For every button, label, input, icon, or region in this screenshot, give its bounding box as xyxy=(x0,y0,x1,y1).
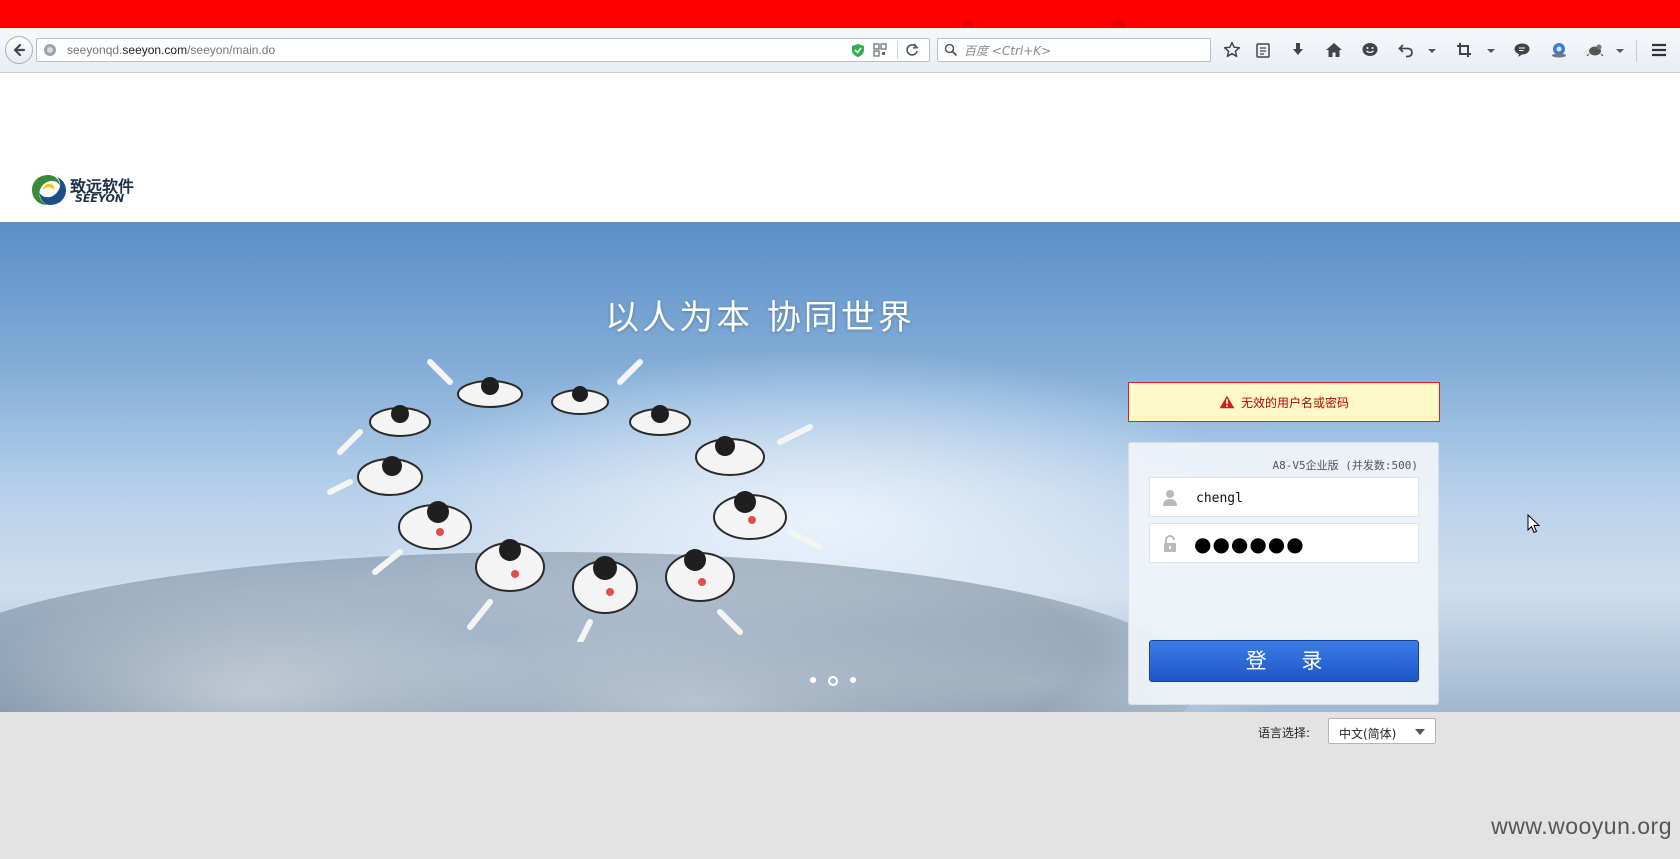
smiley-chat-icon xyxy=(1362,43,1378,56)
back-arrow-icon xyxy=(13,43,26,57)
speech-bubble-icon xyxy=(1514,43,1530,57)
undo-arrow-icon xyxy=(1398,44,1413,58)
toolbar-divider xyxy=(1636,40,1637,62)
reading-list-button[interactable] xyxy=(1253,40,1273,60)
user-icon xyxy=(1163,490,1177,506)
menu-button[interactable] xyxy=(1649,40,1669,60)
feedback-button[interactable] xyxy=(1512,40,1532,60)
seeyon-logo: 致远软件 SEEYON xyxy=(30,173,140,207)
clipboard-icon xyxy=(1256,43,1270,58)
error-message-box: 无效的用户名或密码 xyxy=(1128,382,1440,422)
star-icon xyxy=(1223,41,1241,58)
extension-button-1[interactable] xyxy=(1549,40,1569,60)
page-header: 致远软件 SEEYON xyxy=(0,73,1680,222)
undo-button[interactable] xyxy=(1396,40,1416,60)
globe-icon[interactable] xyxy=(43,43,57,57)
urlbar-separator xyxy=(897,41,898,59)
tab-edge xyxy=(962,20,974,28)
login-panel: A8-V5企业版 (并发数:500) ●●●●●● 登 录 xyxy=(1128,442,1439,705)
language-selected-value: 中文(简体) xyxy=(1339,727,1397,741)
home-button[interactable] xyxy=(1324,40,1344,60)
carousel-dot-3[interactable] xyxy=(850,677,856,683)
error-message-text: 无效的用户名或密码 xyxy=(1240,395,1349,410)
carousel-dot-1[interactable] xyxy=(810,677,816,683)
shield-icon[interactable] xyxy=(851,43,865,58)
url-text[interactable]: seeyonqd.seeyon.com/seeyon/main.do xyxy=(67,43,275,57)
chat-button[interactable] xyxy=(1360,40,1380,60)
language-label: 语言选择: xyxy=(1258,726,1311,740)
address-bar[interactable]: seeyonqd.seeyon.com/seeyon/main.do xyxy=(36,38,930,62)
navigation-toolbar: seeyonqd.seeyon.com/seeyon/main.do xyxy=(0,28,1680,73)
tab-edge xyxy=(1112,20,1126,28)
tab-strip xyxy=(0,0,1680,28)
extension-dropdown-arrow[interactable] xyxy=(1616,49,1624,53)
username-field[interactable] xyxy=(1149,477,1419,517)
chevron-down-icon xyxy=(1415,729,1425,735)
crop-icon xyxy=(1457,43,1471,57)
home-icon xyxy=(1326,43,1342,57)
hamburger-menu-icon xyxy=(1652,43,1666,57)
crop-dropdown-arrow[interactable] xyxy=(1487,49,1495,53)
lock-icon xyxy=(1164,535,1176,552)
extension-button-2[interactable] xyxy=(1585,40,1605,60)
extension-bug-icon xyxy=(1586,44,1604,57)
password-input[interactable]: ●●●●●● xyxy=(1194,532,1305,556)
undo-dropdown-arrow[interactable] xyxy=(1428,49,1436,53)
qr-code-icon[interactable] xyxy=(873,43,887,57)
watermark-text: www.wooyun.org xyxy=(1491,813,1672,839)
carousel-dot-2[interactable] xyxy=(828,676,838,686)
password-field[interactable]: ●●●●●● xyxy=(1149,523,1419,563)
banner-slogan: 以人为本 协同世界 xyxy=(605,298,915,338)
edition-label: A8-V5企业版 (并发数:500) xyxy=(1272,459,1418,472)
search-input[interactable] xyxy=(962,41,1206,61)
logo-swirl-icon xyxy=(32,175,66,205)
skydivers-image xyxy=(327,359,823,642)
extension-globe-icon xyxy=(1552,43,1566,58)
username-input[interactable] xyxy=(1194,487,1408,509)
search-bar[interactable] xyxy=(937,38,1211,62)
login-button[interactable]: 登 录 xyxy=(1149,640,1419,682)
bookmark-star-button[interactable] xyxy=(1222,40,1242,60)
login-page: 致远软件 SEEYON 以人为本 协同世界 无效的用户名或密码 A8-V5企业版… xyxy=(0,73,1680,859)
downloads-button[interactable] xyxy=(1288,40,1308,60)
mouse-cursor-icon xyxy=(1527,514,1541,534)
warning-icon xyxy=(1219,395,1235,409)
download-arrow-icon xyxy=(1293,43,1303,55)
search-icon xyxy=(944,43,958,57)
language-dropdown[interactable]: 中文(简体) xyxy=(1328,718,1436,744)
crop-screenshot-button[interactable] xyxy=(1454,40,1474,60)
logo-english-text: SEEYON xyxy=(75,192,125,205)
reload-icon[interactable] xyxy=(905,42,919,58)
carousel-indicators xyxy=(810,676,860,686)
back-button[interactable] xyxy=(5,36,33,64)
